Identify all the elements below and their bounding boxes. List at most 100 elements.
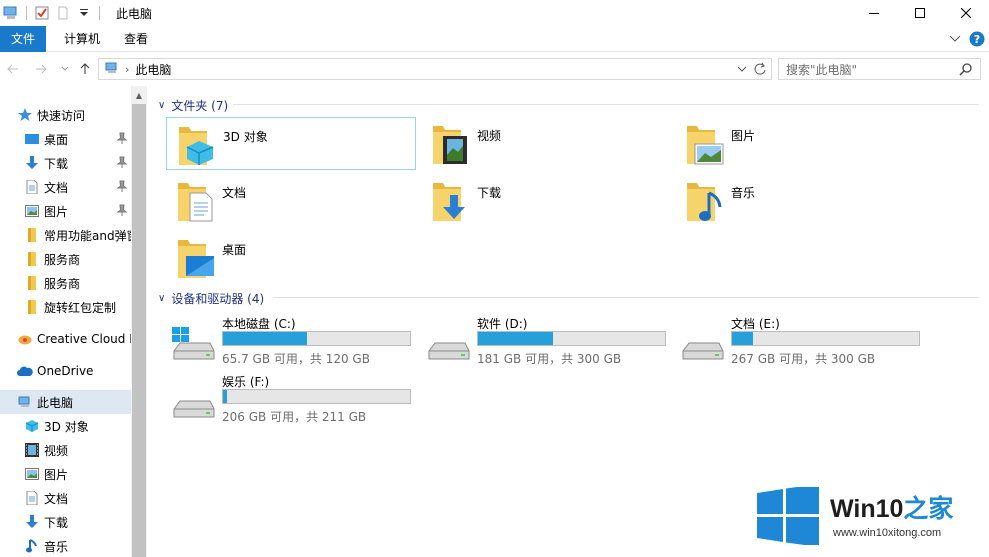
watermark-url: www.win10xitong.com	[833, 527, 942, 539]
document-icon	[24, 179, 40, 195]
pin-icon[interactable]	[116, 204, 128, 219]
sidebar-item-videos[interactable]: 视频	[0, 438, 131, 462]
sidebar-item-label: 旋转红包定制	[44, 300, 117, 315]
sidebar-item-downloads[interactable]: 下载	[0, 510, 131, 534]
tab-view[interactable]: 查看	[112, 26, 160, 52]
download-folder-icon	[431, 179, 471, 226]
search-input[interactable]: 搜索"此电脑"	[778, 58, 981, 80]
window-controls	[851, 0, 989, 26]
customize-toolbar-icon[interactable]	[75, 4, 93, 22]
sidebar-item-folder[interactable]: 旋转红包定制	[0, 295, 131, 319]
pin-icon[interactable]	[116, 132, 128, 147]
forward-arrow-icon[interactable]	[32, 60, 50, 78]
folder-music[interactable]: 音乐	[675, 174, 925, 227]
chevron-down-icon[interactable]	[737, 62, 747, 79]
folder-label: 桌面	[222, 243, 247, 257]
windows-logo-icon	[757, 484, 819, 548]
toolbar-divider	[99, 6, 100, 20]
drive-usage-bar	[222, 331, 411, 346]
windows-drive-icon	[170, 327, 216, 366]
close-icon[interactable]	[943, 0, 989, 26]
drive-usage-bar	[477, 331, 666, 346]
back-arrow-icon[interactable]	[4, 60, 22, 78]
sidebar-scrollbar[interactable]: ▲	[131, 86, 147, 557]
group-header-label: 文件夹 (7)	[171, 99, 229, 113]
computer-icon	[17, 394, 33, 410]
sidebar-item-label: 桌面	[44, 132, 69, 147]
tab-file[interactable]: 文件	[0, 25, 46, 52]
computer-icon[interactable]	[2, 4, 20, 22]
sidebar-item-music[interactable]: 音乐	[0, 534, 131, 557]
chevron-down-icon[interactable]	[949, 35, 961, 43]
help-icon[interactable]: ?	[969, 31, 985, 47]
minimize-icon[interactable]	[851, 0, 897, 26]
folder-label: 3D 对象	[223, 130, 268, 144]
drive-label: 娱乐 (F:)	[222, 375, 270, 389]
cloud-icon	[17, 363, 33, 379]
breadcrumb-separator-icon[interactable]: ›	[125, 63, 129, 76]
new-folder-icon[interactable]	[54, 4, 72, 22]
chevron-down-icon[interactable]: ∨	[158, 293, 165, 304]
recent-locations-icon[interactable]	[56, 60, 74, 78]
sidebar-item-label: 下载	[44, 515, 69, 530]
drive-f[interactable]: 娱乐 (F:) 206 GB 可用，共 211 GB	[166, 373, 416, 424]
sidebar-item-quick-access[interactable]: 快速访问	[0, 103, 131, 127]
sidebar-item-documents[interactable]: 文档	[0, 175, 131, 199]
folder-documents[interactable]: 文档	[166, 174, 416, 227]
sidebar-item-label: 图片	[44, 204, 69, 219]
title-bar: 此电脑	[0, 0, 989, 26]
sidebar-item-label: OneDrive	[37, 364, 94, 378]
toolbar-divider	[26, 6, 27, 20]
pin-icon[interactable]	[116, 156, 128, 171]
drive-label: 本地磁盘 (C:)	[222, 317, 296, 331]
group-divider	[273, 297, 979, 298]
breadcrumb-this-pc[interactable]: 此电脑	[135, 61, 171, 78]
sidebar-item-label: 图片	[44, 467, 69, 482]
folder-pictures[interactable]: 图片	[675, 117, 925, 170]
desktop-folder-icon	[176, 236, 216, 283]
properties-icon[interactable]	[33, 4, 51, 22]
refresh-icon[interactable]	[752, 61, 768, 80]
address-bar[interactable]: › 此电脑	[98, 58, 772, 80]
drive-space-text: 181 GB 可用，共 300 GB	[477, 352, 622, 366]
folder-label: 下载	[477, 186, 502, 200]
tab-computer[interactable]: 计算机	[52, 26, 112, 52]
maximize-icon[interactable]	[897, 0, 943, 26]
folder-downloads[interactable]: 下载	[421, 174, 671, 227]
navigation-pane: 快速访问 桌面 下载 文档 图片 常用功能and弹窗 服务商 服务商 旋转红包定…	[0, 86, 147, 557]
sidebar-item-folder[interactable]: 服务商	[0, 271, 131, 295]
sidebar-item-label: 文档	[44, 491, 69, 506]
drive-usage-fill	[732, 332, 753, 345]
drive-space-text: 267 GB 可用，共 300 GB	[731, 352, 876, 366]
folder-videos[interactable]: 视频	[421, 117, 671, 170]
drive-d[interactable]: 软件 (D:) 181 GB 可用，共 300 GB	[421, 315, 671, 366]
sidebar-item-pictures[interactable]: 图片	[0, 462, 131, 486]
sidebar-item-this-pc[interactable]: 此电脑	[0, 390, 131, 414]
scrollbar-thumb[interactable]	[132, 104, 146, 557]
pin-icon[interactable]	[116, 180, 128, 195]
scroll-up-arrow-icon[interactable]: ▲	[131, 86, 147, 104]
up-arrow-icon[interactable]	[76, 60, 94, 78]
sidebar-item-creative-cloud[interactable]: Creative Cloud F	[0, 327, 131, 351]
sidebar-item-downloads[interactable]: 下载	[0, 151, 131, 175]
sidebar-item-3d-objects[interactable]: 3D 对象	[0, 414, 131, 438]
drive-c[interactable]: 本地磁盘 (C:) 65.7 GB 可用，共 120 GB	[166, 315, 416, 366]
video-icon	[24, 442, 40, 458]
chevron-down-icon[interactable]: ∨	[158, 100, 165, 111]
sidebar-item-documents[interactable]: 文档	[0, 486, 131, 510]
drive-usage-fill	[223, 332, 308, 345]
sidebar-item-folder[interactable]: 常用功能and弹窗	[0, 223, 131, 247]
cube-folder-icon	[177, 123, 217, 170]
sidebar-item-folder[interactable]: 服务商	[0, 247, 131, 271]
folder-desktop[interactable]: 桌面	[166, 231, 416, 284]
sidebar-item-onedrive[interactable]: OneDrive	[0, 359, 131, 383]
group-header-drives[interactable]: ∨ 设备和驱动器 (4)	[158, 290, 979, 307]
search-icon[interactable]	[959, 62, 973, 79]
folder-3d-objects[interactable]: 3D 对象	[166, 117, 416, 170]
sidebar-item-pictures[interactable]: 图片	[0, 199, 131, 223]
sidebar-item-desktop[interactable]: 桌面	[0, 127, 131, 151]
group-header-folders[interactable]: ∨ 文件夹 (7)	[158, 97, 979, 114]
drive-space-text: 65.7 GB 可用，共 120 GB	[222, 352, 370, 366]
video-folder-icon	[431, 122, 471, 169]
drive-e[interactable]: 文档 (E:) 267 GB 可用，共 300 GB	[675, 315, 925, 366]
